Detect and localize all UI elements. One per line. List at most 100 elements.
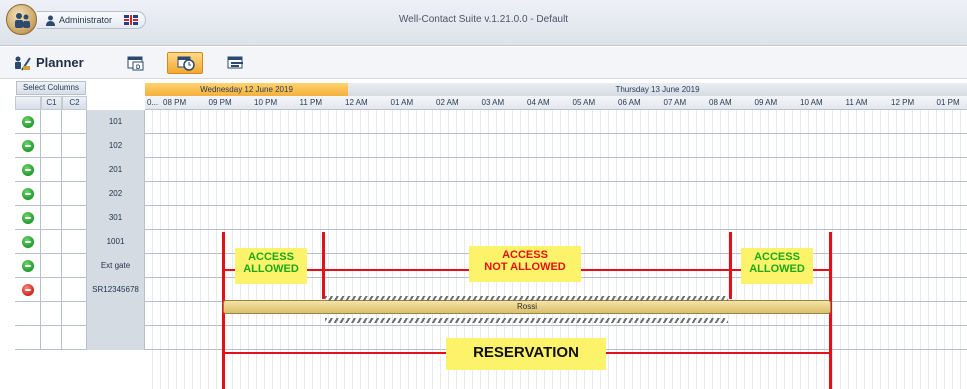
column-header-status [15, 96, 41, 110]
day-header-thursday: Thursday 13 June 2019 [348, 83, 967, 96]
table-row[interactable]: 102 [15, 134, 967, 158]
calendar-view-icon [227, 56, 243, 69]
cell-c1 [41, 158, 62, 182]
resource-name: 301 [87, 206, 145, 230]
status-green-icon[interactable] [22, 188, 34, 200]
access-denied-hatch-bottom [325, 318, 728, 323]
resource-name: 202 [87, 182, 145, 206]
access-not-allowed-note: ACCESS NOT ALLOWED [469, 246, 581, 282]
timeline-cell[interactable] [145, 134, 967, 158]
planner-icon [15, 56, 31, 71]
hour-label: 04 AM [527, 98, 550, 107]
hour-label: 10 PM [254, 98, 278, 107]
status-green-icon[interactable] [22, 116, 34, 128]
timeline-view-button[interactable] [167, 52, 203, 74]
timeline-cell[interactable] [145, 182, 967, 206]
access-change-line-2 [729, 232, 732, 299]
resource-name: 201 [87, 158, 145, 182]
cell-c1 [41, 110, 62, 134]
hour-label: 09 AM [754, 98, 778, 107]
timeline-cell[interactable] [145, 110, 967, 134]
column-header-c1[interactable]: C1 [41, 96, 62, 110]
day-header-wednesday: Wednesday 12 June 2019 [145, 83, 348, 96]
status-green-icon[interactable] [22, 212, 34, 224]
page-title: Planner [36, 55, 84, 70]
hour-label: 10 AM [800, 98, 823, 107]
hour-label: 02 AM [436, 98, 459, 107]
status-cell [15, 326, 41, 350]
select-columns-button[interactable]: Select Columns [16, 81, 86, 95]
resource-name: Ext gate [87, 254, 145, 278]
column-header-c2[interactable]: C2 [62, 96, 87, 110]
cell-c2 [62, 326, 87, 350]
access-allowed-note-2: ACCESS ALLOWED [741, 248, 813, 284]
cell-c2 [62, 302, 87, 326]
status-red-icon[interactable] [22, 284, 34, 296]
hour-label: 08 PM [163, 98, 187, 107]
status-cell [15, 182, 41, 206]
status-green-icon[interactable] [22, 164, 34, 176]
hour-label: 12 PM [891, 98, 915, 107]
cell-c1 [41, 302, 62, 326]
day-view-button[interactable]: D [117, 52, 153, 74]
hour-label: 07 AM [663, 98, 687, 107]
cell-c2 [62, 110, 87, 134]
clock-view-icon [177, 56, 195, 71]
status-cell [15, 302, 41, 326]
status-cell [15, 110, 41, 134]
title-bar: Administrator Well-Contact Suite v.1.21.… [0, 0, 967, 46]
resource-name: SR12345678 [87, 278, 145, 302]
hour-label: 11 AM [845, 98, 868, 107]
resource-name: 1001 [87, 230, 145, 254]
cell-c1 [41, 278, 62, 302]
cell-c1 [41, 134, 62, 158]
hour-label: 11 PM [299, 98, 323, 107]
access-change-line-1 [322, 232, 325, 299]
calendar-view-button[interactable] [217, 52, 253, 74]
resource-name [87, 326, 145, 350]
access-denied-hatch-top [325, 296, 728, 301]
table-row[interactable]: 101 [15, 110, 967, 134]
cell-c2 [62, 134, 87, 158]
status-green-icon[interactable] [22, 236, 34, 248]
status-green-icon[interactable] [22, 140, 34, 152]
hour-label: 08 AM [709, 98, 732, 107]
cell-c1 [41, 230, 62, 254]
app-title: Well-Contact Suite v.1.21.0.0 - Default [398, 14, 569, 25]
cell-c1 [41, 206, 62, 230]
svg-text:D: D [136, 65, 141, 71]
cell-c1 [41, 254, 62, 278]
table-row[interactable]: 201 [15, 158, 967, 182]
cell-c2 [62, 182, 87, 206]
status-cell [15, 206, 41, 230]
access-allowed-note-1-text: ACCESS ALLOWED [243, 251, 299, 275]
table-row[interactable]: 202 [15, 182, 967, 206]
hour-label: 05 AM [572, 98, 596, 107]
status-cell [15, 134, 41, 158]
cell-c1 [41, 326, 62, 350]
reservation-note: RESERVATION [446, 338, 606, 370]
toolbar: Planner D [0, 47, 967, 79]
hour-label: 12 AM [345, 98, 368, 107]
hour-label: 01 PM [936, 98, 960, 107]
cell-c2 [62, 158, 87, 182]
access-allowed-note-1: ACCESS ALLOWED [235, 248, 307, 284]
table-row[interactable]: 301 [15, 206, 967, 230]
hour-label: 06 AM [618, 98, 641, 107]
hour-header-row: 0... 08 PM 09 PM 10 PM 11 PM 12 AM 01 AM 02 AM 0… [145, 96, 967, 110]
reservation-bar[interactable]: Rossi [223, 300, 831, 314]
cell-c2 [62, 230, 87, 254]
hour-label: 01 AM [390, 98, 414, 107]
timeline-cell[interactable] [145, 158, 967, 182]
resource-name: 102 [87, 134, 145, 158]
cell-c2 [62, 254, 87, 278]
hour-label: 03 AM [481, 98, 505, 107]
cell-c2 [62, 278, 87, 302]
day-view-icon: D [127, 56, 144, 71]
access-allowed-note-2-text: ACCESS ALLOWED [749, 251, 805, 275]
hour-label: 0... [147, 98, 159, 107]
status-green-icon[interactable] [22, 260, 34, 272]
resource-name [87, 302, 145, 326]
timeline-cell[interactable] [145, 206, 967, 230]
status-cell [15, 230, 41, 254]
